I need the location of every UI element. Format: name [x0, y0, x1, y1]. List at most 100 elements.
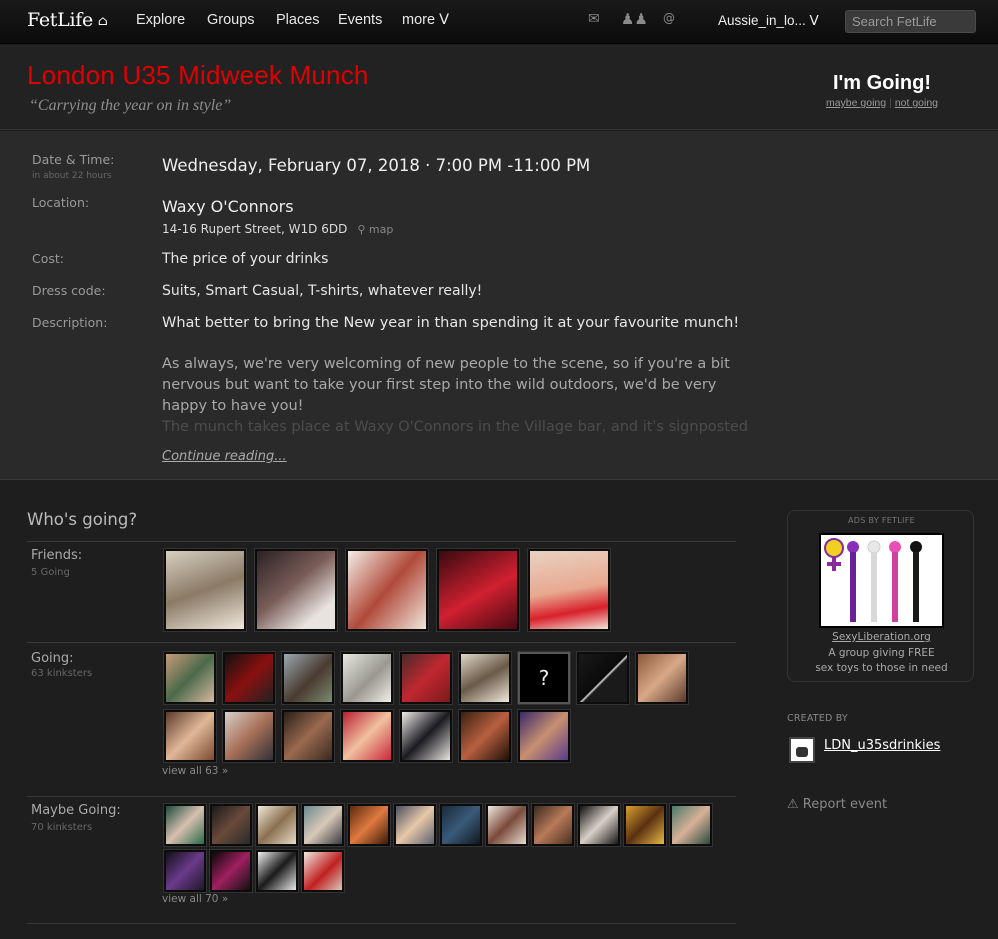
maybe-going-link[interactable]: maybe going	[826, 97, 886, 109]
view-all-maybe-link[interactable]: view all 70 »	[162, 893, 228, 905]
inbox-icon[interactable]: ✉	[588, 11, 600, 27]
view-all-going-link[interactable]: view all 63 »	[162, 765, 228, 777]
attendee-avatar-placeholder[interactable]: ?	[518, 652, 570, 704]
friends-section: Friends: 5 Going	[27, 541, 736, 641]
attendee-avatar[interactable]	[636, 652, 688, 704]
cost-label: Cost:	[32, 251, 65, 266]
friend-avatar[interactable]	[437, 549, 519, 631]
nav-events[interactable]: Events	[338, 12, 382, 28]
event-header: London U35 Midweek Munch “Carrying the y…	[0, 45, 998, 130]
attendee-avatar[interactable]	[459, 710, 511, 762]
friends-label: Friends:	[31, 548, 83, 563]
attendee-avatar[interactable]	[164, 710, 216, 762]
cost-value: The price of your drinks	[162, 251, 329, 267]
ad-text-line-1: A group giving FREE	[828, 647, 935, 659]
map-label: map	[368, 223, 394, 236]
attendee-avatar[interactable]	[223, 652, 275, 704]
attendee-avatar[interactable]	[518, 710, 570, 762]
description-paragraph-1: What better to bring the New year in tha…	[162, 315, 740, 331]
friend-avatar[interactable]	[164, 549, 246, 631]
attendee-avatar[interactable]	[577, 652, 629, 704]
user-menu[interactable]: Aussie_in_lo... ᐯ	[718, 13, 819, 29]
event-details: Date & Time: in about 22 hours Wednesday…	[0, 131, 998, 480]
home-icon[interactable]: ⌂	[98, 14, 108, 29]
creator-link[interactable]: LDN_u35sdrinkies	[824, 738, 940, 753]
created-by-label: CREATED BY	[787, 713, 848, 724]
ad-image[interactable]	[819, 533, 944, 628]
description-paragraph-3-faded: The munch takes place at Waxy O'Connors …	[162, 419, 749, 435]
attendee-avatar[interactable]	[341, 652, 393, 704]
attendee-avatar[interactable]	[459, 652, 511, 704]
friends-count: 5 Going	[31, 567, 70, 578]
rsvp-separator: |	[889, 97, 892, 109]
attendee-avatar[interactable]	[440, 804, 482, 846]
fetlife-logo[interactable]: FetLife ⌂	[27, 9, 108, 31]
description-paragraph-2: As always, we're very welcoming of new p…	[162, 356, 730, 414]
friend-avatar[interactable]	[346, 549, 428, 631]
dress-code-value: Suits, Smart Casual, T-shirts, whatever …	[162, 283, 483, 299]
rsvp-options: maybe going | not going	[812, 97, 952, 109]
attendee-avatar[interactable]	[210, 850, 252, 892]
attendee-avatar[interactable]	[164, 804, 206, 846]
friend-avatar[interactable]	[255, 549, 337, 631]
ad-label: ADS BY FETLIFE	[848, 516, 915, 525]
attendee-avatar[interactable]	[256, 850, 298, 892]
continue-reading-link[interactable]: Continue reading...	[162, 449, 287, 464]
attendee-avatar[interactable]	[670, 804, 712, 846]
creator-avatar-figure	[796, 747, 808, 757]
nav-groups[interactable]: Groups	[207, 12, 255, 28]
attendee-avatar[interactable]	[282, 652, 334, 704]
location-label: Location:	[32, 195, 90, 210]
attendee-avatar[interactable]	[302, 804, 344, 846]
date-relative: in about 22 hours	[32, 171, 112, 181]
address-text: 14-16 Rupert Street, W1D 6DD	[162, 222, 348, 236]
address-line: 14-16 Rupert Street, W1D 6DD ⚲ map	[162, 221, 393, 237]
description-label: Description:	[32, 315, 108, 330]
date-time-value: Wednesday, February 07, 2018 · 7:00 PM -…	[162, 156, 591, 175]
not-going-link[interactable]: not going	[895, 97, 938, 109]
nav-places[interactable]: Places	[276, 12, 320, 28]
attendee-avatar[interactable]	[164, 652, 216, 704]
warning-icon: ⚠	[787, 797, 803, 812]
logo-text: FetLife	[27, 9, 93, 31]
attendee-avatar[interactable]	[486, 804, 528, 846]
friend-avatar[interactable]	[528, 549, 610, 631]
attendee-avatar[interactable]	[341, 710, 393, 762]
maybe-going-section: Maybe Going: 70 kinksters view all 70 »	[27, 796, 736, 924]
event-tagline: “Carrying the year on in style”	[29, 97, 232, 114]
venue-name: Waxy O'Connors	[162, 197, 294, 216]
friends-icon[interactable]: ♟♟	[621, 10, 648, 28]
nav-more[interactable]: more ᐯ	[402, 12, 449, 28]
ad-wands-illustration	[824, 538, 922, 622]
creator-avatar[interactable]	[789, 737, 815, 763]
going-count: 63 kinksters	[31, 668, 93, 679]
search-input[interactable]	[845, 10, 976, 33]
attendee-avatar[interactable]	[223, 710, 275, 762]
attendee-avatar[interactable]	[624, 804, 666, 846]
date-label: Date & Time:	[32, 152, 115, 167]
ad-description: A group giving FREE sex toys to those in …	[788, 646, 975, 676]
attendee-avatar[interactable]	[578, 804, 620, 846]
dress-code-label: Dress code:	[32, 283, 106, 298]
attendee-avatar[interactable]	[400, 652, 452, 704]
report-label: Report event	[802, 797, 888, 812]
attendee-avatar[interactable]	[348, 804, 390, 846]
attendee-avatar[interactable]	[394, 804, 436, 846]
mentions-icon[interactable]: @	[663, 11, 675, 25]
attendee-avatar[interactable]	[302, 850, 344, 892]
map-pin-icon: ⚲	[357, 223, 369, 236]
map-link[interactable]: ⚲ map	[357, 223, 393, 236]
going-label: Going:	[31, 651, 74, 666]
attendee-avatar[interactable]	[400, 710, 452, 762]
attendee-avatar[interactable]	[164, 850, 206, 892]
nav-explore[interactable]: Explore	[136, 12, 185, 28]
attendee-avatar[interactable]	[532, 804, 574, 846]
ad-link[interactable]: SexyLiberation.org	[788, 631, 975, 643]
whos-going-heading: Who's going?	[27, 510, 138, 529]
attendee-avatar[interactable]	[256, 804, 298, 846]
event-title: London U35 Midweek Munch	[27, 60, 369, 90]
top-navigation-bar: FetLife ⌂ Explore Groups Places Events mo…	[0, 0, 998, 44]
report-event-button[interactable]: ⚠ Report event	[787, 797, 887, 812]
attendee-avatar[interactable]	[282, 710, 334, 762]
attendee-avatar[interactable]	[210, 804, 252, 846]
